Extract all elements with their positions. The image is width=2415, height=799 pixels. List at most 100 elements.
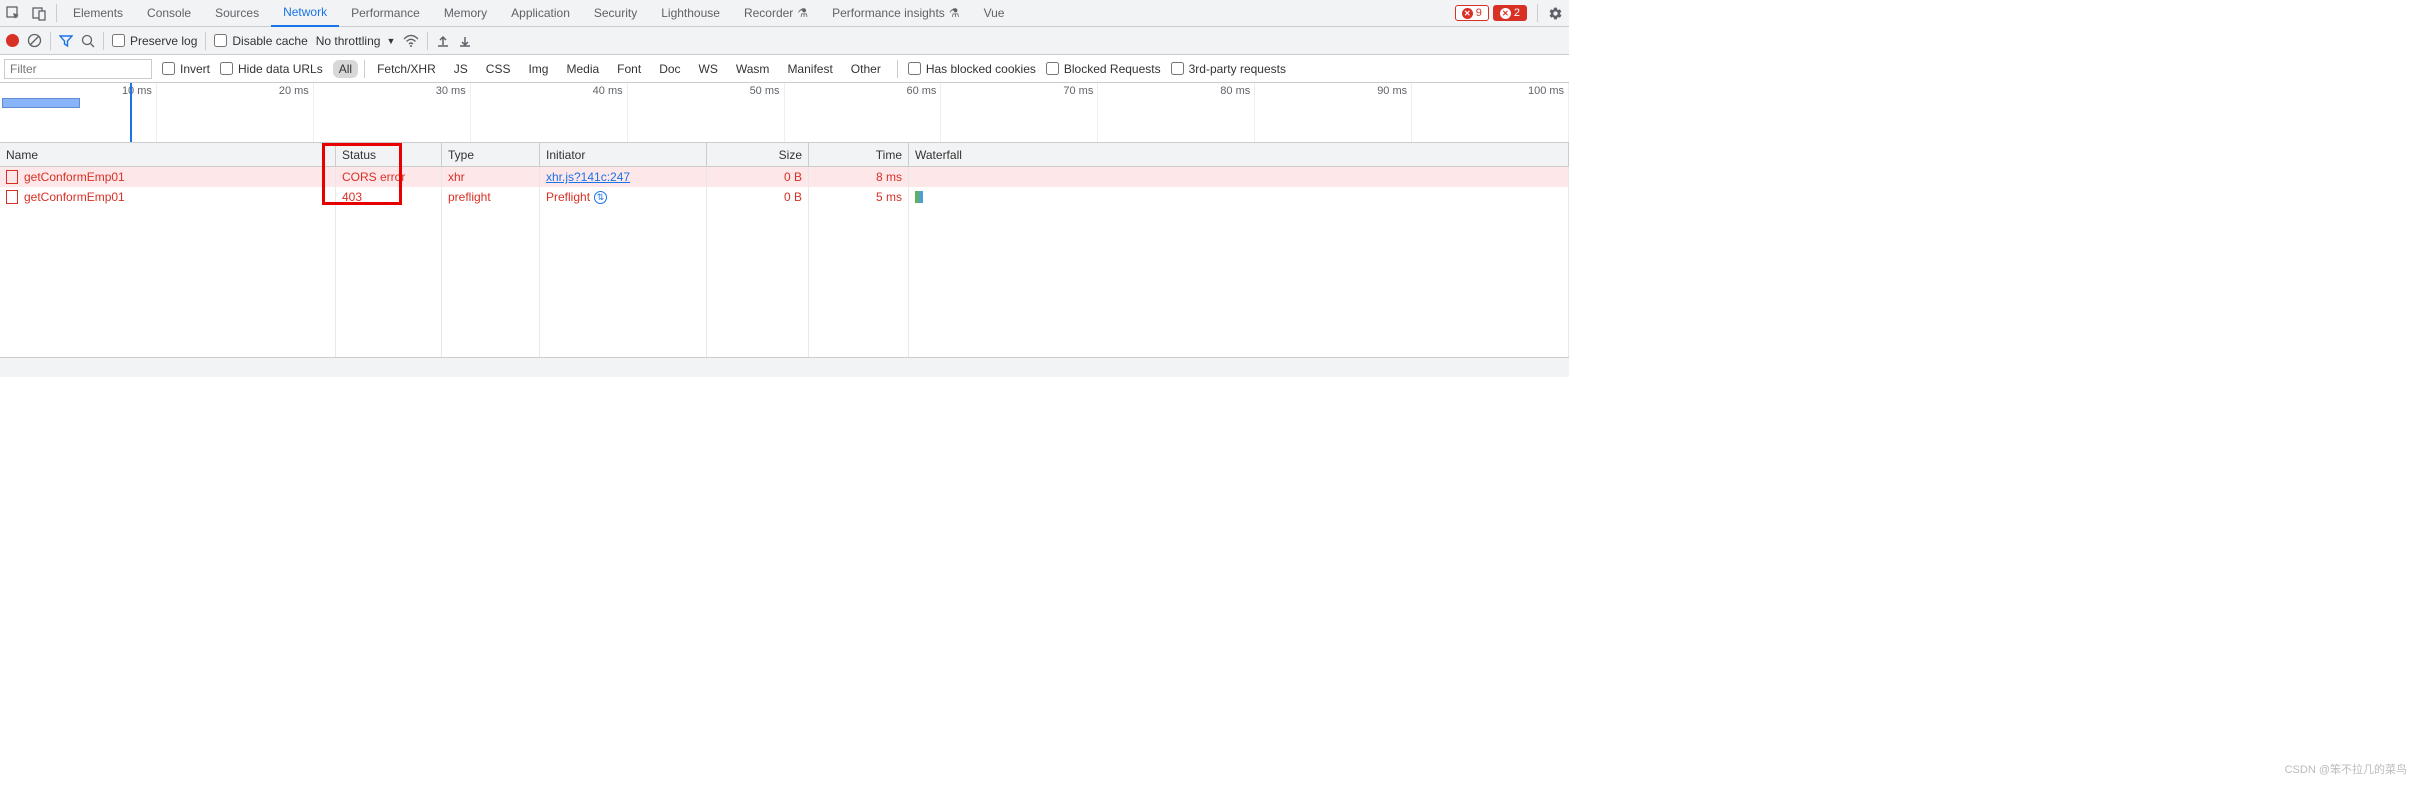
device-toggle-icon[interactable] <box>26 0 52 26</box>
tab-application[interactable]: Application <box>499 0 582 27</box>
inspect-icon[interactable] <box>0 0 26 26</box>
filter-type-other[interactable]: Other <box>845 60 887 78</box>
devtools-tabbar: ElementsConsoleSourcesNetworkPerformance… <box>0 0 1569 27</box>
table-fill <box>0 207 1569 357</box>
filter-type-doc[interactable]: Doc <box>653 60 686 78</box>
filter-type-css[interactable]: CSS <box>480 60 517 78</box>
col-status[interactable]: Status <box>336 143 442 166</box>
third-party-label: 3rd-party requests <box>1189 62 1286 76</box>
filter-input[interactable] <box>4 59 152 79</box>
invert-checkbox[interactable]: Invert <box>162 62 210 76</box>
network-conditions-icon[interactable] <box>403 34 419 48</box>
third-party-checkbox[interactable]: 3rd-party requests <box>1171 62 1286 76</box>
cell-name: getConformEmp01 <box>0 187 336 207</box>
upload-har-icon[interactable] <box>436 34 450 48</box>
timeline-label: 60 ms <box>906 85 936 97</box>
clear-button[interactable] <box>27 33 42 48</box>
table-header: Name Status Type Initiator Size Time Wat… <box>0 143 1569 167</box>
tab-memory[interactable]: Memory <box>432 0 499 27</box>
throttling-label: No throttling <box>316 34 381 48</box>
preserve-log-checkbox[interactable]: Preserve log <box>112 34 197 48</box>
cell-status: 403 <box>336 187 442 207</box>
separator <box>427 32 428 50</box>
search-icon[interactable] <box>81 34 95 48</box>
tab-security[interactable]: Security <box>582 0 649 27</box>
blocked-cookies-checkbox[interactable]: Has blocked cookies <box>908 62 1036 76</box>
status-bar <box>0 357 1569 377</box>
tab-sources[interactable]: Sources <box>203 0 271 27</box>
cell-waterfall <box>909 167 1569 187</box>
errors-count: 9 <box>1476 7 1482 19</box>
blocked-requests-checkbox[interactable]: Blocked Requests <box>1046 62 1161 76</box>
timeline-label: 40 ms <box>593 85 623 97</box>
tab-console[interactable]: Console <box>135 0 203 27</box>
tab-elements[interactable]: Elements <box>61 0 135 27</box>
type-filters: All Fetch/XHR JS CSS Img Media Font Doc WS Wasm Ma… <box>333 60 887 78</box>
cell-type: preflight <box>442 187 540 207</box>
timeline-label: 90 ms <box>1377 85 1407 97</box>
tab-performance[interactable]: Performance <box>339 0 432 27</box>
separator <box>205 32 206 50</box>
filter-type-manifest[interactable]: Manifest <box>781 60 838 78</box>
timeline-bar <box>2 98 80 108</box>
table-row[interactable]: getConformEmp01CORS errorxhrxhr.js?141c:… <box>0 167 1569 187</box>
issues-badge[interactable]: ✕2 <box>1493 5 1527 21</box>
timeline-label: 100 ms <box>1528 85 1564 97</box>
timeline-cursor <box>130 83 132 142</box>
flask-icon: ⚗ <box>949 6 960 20</box>
preflight-icon: ⇅ <box>594 191 607 204</box>
filter-type-img[interactable]: Img <box>522 60 554 78</box>
separator <box>1537 4 1538 22</box>
filter-toggle-icon[interactable] <box>59 34 73 48</box>
request-table: getConformEmp01CORS errorxhrxhr.js?141c:… <box>0 167 1569 357</box>
filter-type-js[interactable]: JS <box>448 60 474 78</box>
invert-label: Invert <box>180 62 210 76</box>
preflight-label[interactable]: Preflight ⇅ <box>546 190 607 204</box>
filter-type-all[interactable]: All <box>333 60 358 78</box>
col-name[interactable]: Name <box>0 143 336 166</box>
errors-badge[interactable]: ✕9 <box>1455 5 1489 21</box>
col-size[interactable]: Size <box>707 143 809 166</box>
tab-performance-insights[interactable]: Performance insights⚗ <box>820 0 971 27</box>
timeline-label: 30 ms <box>436 85 466 97</box>
throttling-select[interactable]: No throttling▼ <box>316 34 396 48</box>
separator <box>364 60 365 78</box>
cell-initiator: Preflight ⇅ <box>540 187 707 207</box>
initiator-link[interactable]: xhr.js?141c:247 <box>546 170 630 184</box>
record-button[interactable] <box>6 34 19 47</box>
timeline-label: 20 ms <box>279 85 309 97</box>
filter-bar: Invert Hide data URLs All Fetch/XHR JS CSS I… <box>0 55 1569 83</box>
table-row[interactable]: getConformEmp01403preflight Preflight ⇅ 0 … <box>0 187 1569 207</box>
timeline-label: 70 ms <box>1063 85 1093 97</box>
filter-type-fetchxhr[interactable]: Fetch/XHR <box>371 60 442 78</box>
disable-cache-checkbox[interactable]: Disable cache <box>214 34 307 48</box>
filter-type-media[interactable]: Media <box>560 60 605 78</box>
tab-lighthouse[interactable]: Lighthouse <box>649 0 732 27</box>
separator <box>50 32 51 50</box>
timeline-overview[interactable]: 10 ms20 ms30 ms40 ms50 ms60 ms70 ms80 ms… <box>0 83 1569 143</box>
separator <box>103 32 104 50</box>
col-time[interactable]: Time <box>809 143 909 166</box>
filter-type-font[interactable]: Font <box>611 60 647 78</box>
blocked-cookies-label: Has blocked cookies <box>926 62 1036 76</box>
col-type[interactable]: Type <box>442 143 540 166</box>
hide-data-urls-checkbox[interactable]: Hide data URLs <box>220 62 323 76</box>
col-initiator[interactable]: Initiator <box>540 143 707 166</box>
tab-network[interactable]: Network <box>271 0 339 27</box>
cell-size: 0 B <box>707 167 809 187</box>
tab-vue[interactable]: Vue <box>972 0 1017 27</box>
issues-count: 2 <box>1514 7 1520 19</box>
cell-time: 8 ms <box>809 167 909 187</box>
timeline-label: 80 ms <box>1220 85 1250 97</box>
filter-type-ws[interactable]: WS <box>693 60 724 78</box>
file-icon <box>6 190 18 204</box>
cell-size: 0 B <box>707 187 809 207</box>
settings-icon[interactable] <box>1542 6 1569 21</box>
download-har-icon[interactable] <box>458 34 472 48</box>
col-waterfall[interactable]: Waterfall <box>909 143 1569 166</box>
cell-status: CORS error <box>336 167 442 187</box>
watermark: CSDN @笨不拉几的菜鸟 <box>2285 761 2407 777</box>
hide-data-urls-label: Hide data URLs <box>238 62 323 76</box>
filter-type-wasm[interactable]: Wasm <box>730 60 776 78</box>
tab-recorder[interactable]: Recorder⚗ <box>732 0 820 27</box>
